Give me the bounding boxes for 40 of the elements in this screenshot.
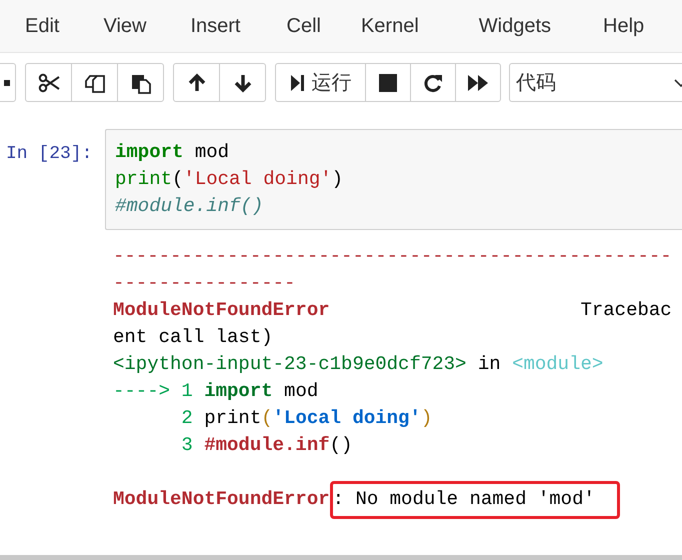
error-name: ModuleNotFoundError	[113, 488, 330, 510]
arrow-down-icon	[232, 72, 252, 92]
highlighted-message: : No module named 'mod'	[330, 481, 620, 519]
run-button[interactable]: 运行	[275, 63, 366, 102]
toolbar-button[interactable]	[0, 63, 16, 102]
toolbar-button[interactable]	[25, 63, 72, 102]
code-line: print('Local doing')	[115, 167, 344, 192]
menu-item[interactable]: Insert	[190, 11, 240, 41]
toolbar-button[interactable]	[219, 63, 266, 102]
toolbar-button[interactable]	[173, 63, 220, 102]
cut-icon	[38, 72, 60, 92]
cell-prompt: In [23]:	[5, 143, 94, 166]
menu-item[interactable]: Help	[603, 11, 644, 41]
output-line: ----------------	[113, 271, 296, 296]
menu-item[interactable]: Kernel	[360, 11, 419, 41]
menu-item[interactable]: Edit	[25, 11, 60, 41]
stop-icon	[379, 74, 397, 92]
output-line: <ipython-input-23-c1b9e0dcf723> in <module>	[113, 352, 604, 377]
output-line: ----> 1 import mod	[113, 379, 320, 404]
output-line: -------------------------------------------------	[113, 244, 673, 269]
code-line: import mod	[115, 140, 230, 165]
menu-item[interactable]: Cell	[286, 11, 321, 41]
menu-item[interactable]: View	[103, 11, 146, 41]
arrow-up-icon	[186, 72, 206, 92]
fast-forward-icon	[467, 74, 489, 92]
cell-type-select[interactable]: 代码	[509, 63, 682, 102]
step-icon	[290, 72, 306, 92]
output-line: ent call last)	[113, 325, 274, 350]
output-line: ModuleNotFoundError Tracebac	[113, 298, 673, 323]
toolbar-button[interactable]	[117, 63, 164, 102]
toolbar-button[interactable]	[365, 63, 411, 102]
output-line: 3 #module.inf()	[180, 433, 354, 458]
toolbar-button[interactable]	[455, 63, 501, 102]
restart-icon	[423, 72, 443, 92]
code-line: #module.inf()	[115, 194, 264, 219]
toolbar-button[interactable]	[410, 63, 456, 102]
output-line: 2 print('Local doing')	[180, 406, 434, 431]
code-editor[interactable]: import mod print('Local doing') #module.inf()	[105, 129, 682, 230]
menu-item[interactable]: Widgets	[478, 11, 552, 41]
toolbar-button[interactable]	[71, 63, 118, 102]
